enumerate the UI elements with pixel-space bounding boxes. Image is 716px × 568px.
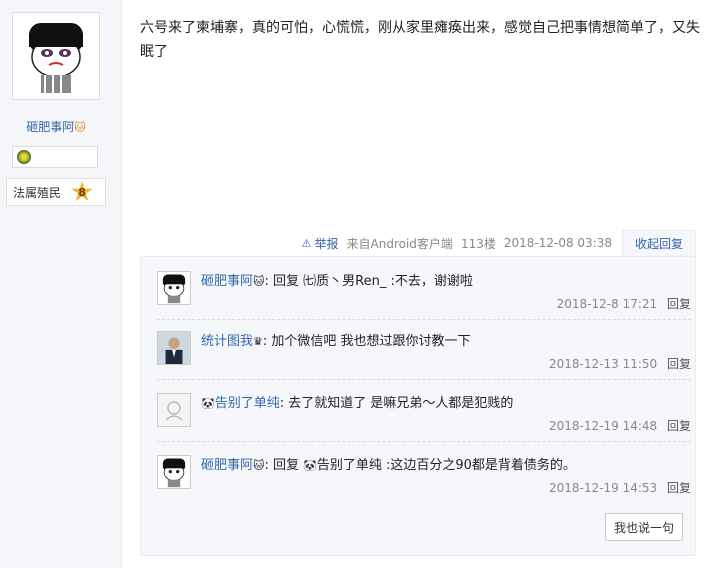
panda-icon: 🐼 bbox=[303, 459, 317, 472]
reply-content: 告别了单纯 :这边百分之90都是背着债务的。 bbox=[316, 458, 576, 473]
group-name: 法属殖民 bbox=[13, 185, 62, 200]
reply-time: 2018-12-13 11:50 bbox=[549, 357, 658, 371]
medal-box bbox=[12, 146, 98, 168]
cat-face-icon: 🐱 bbox=[253, 275, 265, 288]
cat-face-icon: 🐱 bbox=[253, 459, 265, 472]
reply-tools: 2018-12-19 14:53 回复 bbox=[549, 479, 691, 496]
author-avatar[interactable] bbox=[12, 12, 100, 100]
reply-username[interactable]: 统计图我 bbox=[201, 334, 253, 349]
add-reply-button[interactable]: 我也说一句 bbox=[604, 513, 683, 541]
reply-content: : 回复 ㈦质丶男Ren_ :不去，谢谢啦 bbox=[264, 274, 473, 289]
author-name[interactable]: 砸肥事阿🐱 bbox=[0, 118, 112, 135]
meme-face-icon bbox=[29, 23, 83, 93]
divider bbox=[157, 379, 691, 380]
reply-panel: 砸肥事阿🐱: 回复 ㈦质丶男Ren_ :不去，谢谢啦 2018-12-8 17:… bbox=[140, 256, 696, 556]
reply-tools: 2018-12-13 11:50 回复 bbox=[549, 355, 691, 372]
reply-content: : 加个微信吧 我也想过跟你讨教一下 bbox=[262, 334, 471, 349]
divider bbox=[157, 441, 691, 442]
reply-time: 2018-12-19 14:48 bbox=[549, 419, 658, 433]
reply-button[interactable]: 回复 bbox=[667, 297, 691, 311]
post-floor: 113楼 bbox=[460, 236, 496, 251]
post-time: 2018-12-08 03:38 bbox=[503, 236, 612, 250]
reply-text: 砸肥事阿🐱: 回复 ㈦质丶男Ren_ :不去，谢谢啦 bbox=[201, 273, 691, 291]
post-meta-bar: ⚠ 举报 来自Android客户端 113楼 2018-12-08 03:38 … bbox=[302, 230, 696, 256]
reply-text: 砸肥事阿🐱: 回复 🐼告别了单纯 :这边百分之90都是背着债务的。 bbox=[201, 457, 691, 475]
report-link[interactable]: ⚠ 举报 bbox=[302, 235, 339, 252]
divider bbox=[157, 319, 691, 320]
cat-face-icon: 🐱 bbox=[74, 121, 86, 134]
reply-tools: 2018-12-8 17:21 回复 bbox=[557, 295, 691, 312]
reply-content: : 去了就知道了 是嘛兄弟～人都是犯贱的 bbox=[279, 396, 514, 411]
reply-content-prefix: : 回复 bbox=[264, 458, 304, 473]
post-source: 来自Android客户端 bbox=[346, 236, 453, 251]
avatar[interactable] bbox=[157, 331, 191, 365]
reply-time: 2018-12-19 14:53 bbox=[549, 481, 658, 495]
meme-face-icon bbox=[162, 274, 186, 304]
level-number: 8 bbox=[78, 185, 86, 199]
reply-text: 统计图我♛: 加个微信吧 我也想过跟你讨教一下 bbox=[201, 333, 691, 351]
level-badge: 8 bbox=[71, 181, 93, 203]
list-item: 🐼告别了单纯: 去了就知道了 是嘛兄弟～人都是犯贱的 2018-12-19 14… bbox=[157, 393, 691, 433]
default-avatar-icon bbox=[158, 394, 190, 426]
reply-button[interactable]: 回复 bbox=[667, 481, 691, 495]
author-sidebar: 砸肥事阿🐱 法属殖民 8 bbox=[0, 0, 122, 568]
reply-button[interactable]: 回复 bbox=[667, 357, 691, 371]
medal-icon[interactable] bbox=[17, 150, 31, 164]
reply-username[interactable]: 砸肥事阿 bbox=[201, 458, 253, 473]
reply-username[interactable]: 告别了单纯 bbox=[215, 396, 280, 411]
collapse-replies-button[interactable]: 收起回复 bbox=[621, 230, 696, 256]
person-photo-icon bbox=[158, 332, 190, 364]
user-group: 法属殖民 8 bbox=[6, 178, 106, 206]
post-content: 六号来了柬埔寨，真的可怕，心慌慌，刚从家里瘫痪出来，感觉自己把事情想简单了，又失… bbox=[140, 20, 700, 60]
list-item: 统计图我♛: 加个微信吧 我也想过跟你讨教一下 2018-12-13 11:50… bbox=[157, 331, 691, 371]
panda-icon: 🐼 bbox=[201, 397, 215, 410]
reply-button[interactable]: 回复 bbox=[667, 419, 691, 433]
reply-username[interactable]: 砸肥事阿 bbox=[201, 274, 253, 289]
meme-face-icon bbox=[162, 458, 186, 488]
warning-icon: ⚠ bbox=[301, 236, 312, 250]
avatar[interactable] bbox=[157, 393, 191, 427]
list-item: 砸肥事阿🐱: 回复 🐼告别了单纯 :这边百分之90都是背着债务的。 2018-1… bbox=[157, 455, 691, 495]
list-item: 砸肥事阿🐱: 回复 ㈦质丶男Ren_ :不去，谢谢啦 2018-12-8 17:… bbox=[157, 271, 691, 311]
avatar[interactable] bbox=[157, 271, 191, 305]
crown-icon: ♛ bbox=[253, 335, 263, 348]
reply-time: 2018-12-8 17:21 bbox=[556, 297, 658, 311]
report-label[interactable]: 举报 bbox=[315, 235, 339, 252]
reply-text: 🐼告别了单纯: 去了就知道了 是嘛兄弟～人都是犯贱的 bbox=[201, 395, 691, 413]
avatar[interactable] bbox=[157, 455, 191, 489]
reply-tools: 2018-12-19 14:48 回复 bbox=[549, 417, 691, 434]
